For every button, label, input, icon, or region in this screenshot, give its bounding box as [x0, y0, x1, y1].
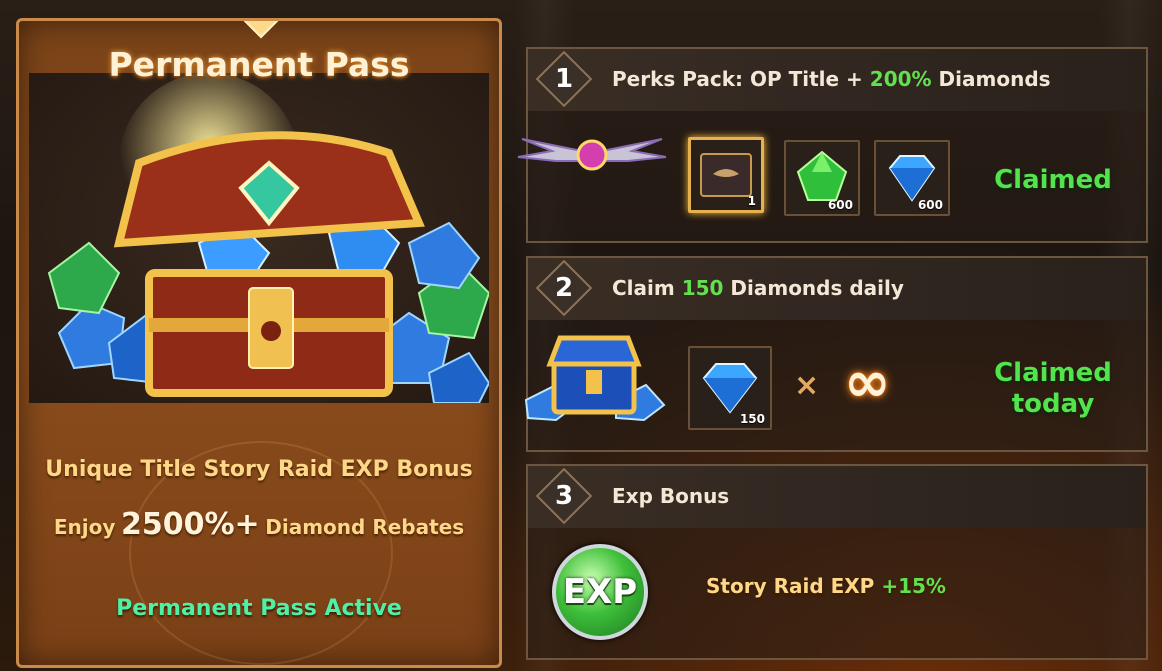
top-gem-ornament [242, 21, 280, 39]
item-slot[interactable]: 1 [688, 137, 764, 213]
row-title: Exp Bonus [612, 484, 730, 508]
row-header: 2 Claim 150 Diamonds daily [528, 258, 1146, 320]
rebates-percent: 2500%+ [120, 507, 260, 542]
title-text: Perks Pack: OP Title + [612, 67, 870, 91]
row-header: 1 Perks Pack: OP Title + 200% Diamonds [528, 49, 1146, 111]
exp-badge-icon: EXP [552, 544, 648, 640]
row-number: 3 [554, 481, 574, 511]
pass-title: Permanent Pass [108, 45, 410, 84]
treasure-chest-art [29, 73, 491, 404]
item-slot[interactable]: 600 [784, 140, 860, 216]
exp-badge-label: EXP [562, 572, 638, 612]
exp-bonus-text: Story Raid EXP +15% [706, 574, 946, 598]
perk-row-1: 1 Perks Pack: OP Title + 200% Diamonds 1… [517, 47, 1148, 243]
title-text: Diamonds [931, 67, 1051, 91]
title-highlight: 150 [681, 276, 724, 300]
item-count: 600 [827, 198, 853, 212]
diamond-chest-icon [524, 335, 666, 422]
multiply-symbol: × [794, 368, 820, 403]
rebates-suffix: Diamond Rebates [265, 515, 465, 539]
row-number: 1 [554, 64, 574, 94]
title-text: Claim [612, 276, 682, 300]
status-line: today [1011, 389, 1095, 419]
title-highlight: 200% [869, 67, 932, 91]
row-title: Perks Pack: OP Title + 200% Diamonds [612, 67, 1051, 91]
item-count: 1 [747, 194, 756, 208]
bonus-label: Story Raid EXP [706, 574, 875, 598]
item-count: 150 [739, 412, 765, 426]
row-title: Claim 150 Diamonds daily [612, 276, 904, 300]
row-header: 3 Exp Bonus [528, 466, 1146, 528]
perk-row-2: 2 Claim 150 Diamonds daily 150 × ∞ Claim… [524, 256, 1148, 452]
item-count: 600 [917, 198, 943, 212]
infinity-icon: ∞ [844, 350, 891, 415]
winged-title-emblem-icon [517, 138, 667, 171]
pass-benefits-line: Unique Title Story Raid EXP Bonus [45, 457, 473, 482]
rebates-line: Enjoy 2500%+ Diamond Rebates [19, 507, 499, 542]
item-slot[interactable]: 150 [688, 346, 772, 430]
pass-active-status: Permanent Pass Active [116, 596, 402, 621]
claimed-today-status: Claimed today [980, 358, 1126, 420]
permanent-pass-card: Permanent Pass Unique Title Story Raid E… [16, 18, 502, 668]
bonus-value: +15% [881, 574, 946, 598]
status-line: Claimed [994, 358, 1112, 388]
row-number: 2 [554, 273, 574, 303]
treasure-chest-icon [47, 73, 491, 404]
item-slot[interactable]: 600 [874, 140, 950, 216]
rebates-prefix: Enjoy [53, 515, 116, 539]
perk-row-3: 3 Exp Bonus EXP Story Raid EXP +15% [526, 464, 1148, 660]
title-text: Diamonds daily [723, 276, 904, 300]
claimed-status: Claimed [994, 165, 1112, 195]
